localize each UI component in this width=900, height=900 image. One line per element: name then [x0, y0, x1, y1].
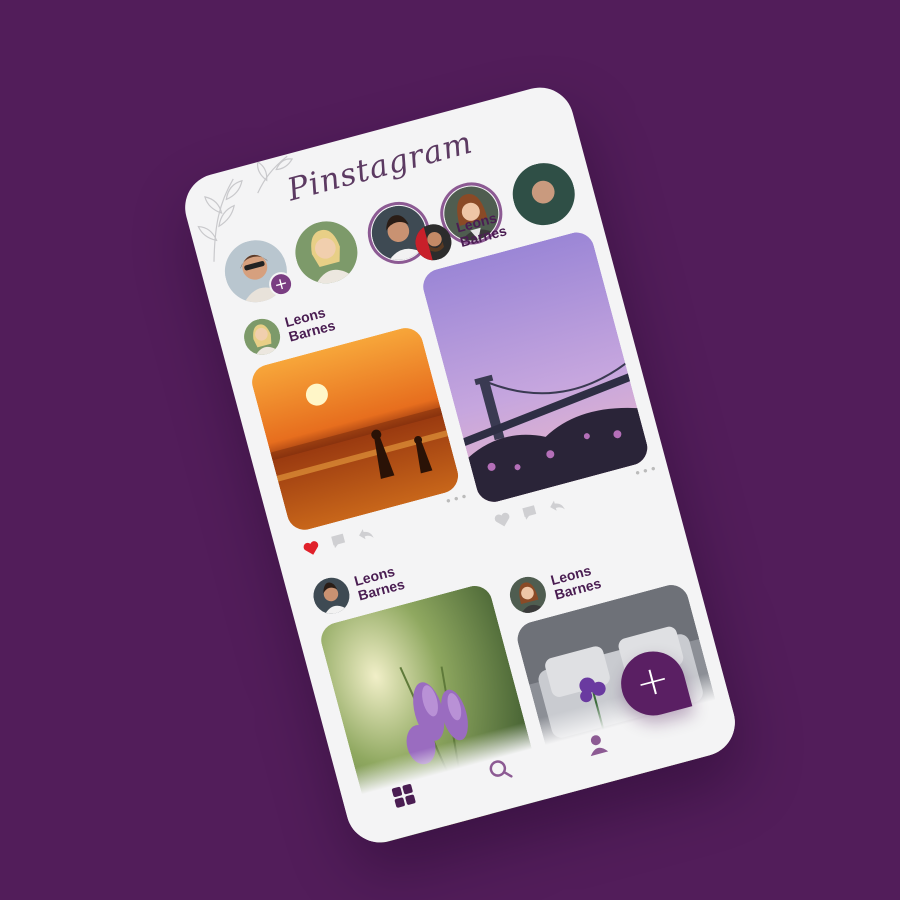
share-icon[interactable]: [355, 523, 377, 545]
my-story[interactable]: +: [217, 233, 296, 310]
author-avatar: [505, 572, 550, 617]
more-options-icon[interactable]: •••: [443, 489, 470, 509]
profile-icon[interactable]: [576, 723, 618, 765]
post-photo-sunset[interactable]: [248, 324, 463, 534]
story-item[interactable]: [288, 214, 365, 291]
more-options-icon[interactable]: •••: [633, 461, 660, 481]
phone-screen: Pinstagram + Leons Barnes ••• Leons Barn…: [177, 79, 743, 851]
author-avatar: [309, 573, 354, 618]
heart-icon[interactable]: [492, 509, 514, 531]
author-avatar: [240, 314, 285, 359]
comment-icon[interactable]: [519, 502, 541, 524]
comment-icon[interactable]: [328, 530, 350, 552]
author-name[interactable]: Leons Barnes: [283, 303, 337, 345]
author-name[interactable]: Leons Barnes: [549, 561, 603, 603]
story-avatar: [505, 156, 582, 233]
author-name[interactable]: Leons Barnes: [352, 562, 406, 604]
heart-icon[interactable]: [300, 537, 322, 559]
grid-icon[interactable]: [383, 775, 425, 817]
share-icon[interactable]: [546, 494, 568, 516]
story-item[interactable]: [505, 156, 582, 233]
story-avatar: [288, 214, 365, 291]
search-icon[interactable]: [479, 749, 521, 791]
